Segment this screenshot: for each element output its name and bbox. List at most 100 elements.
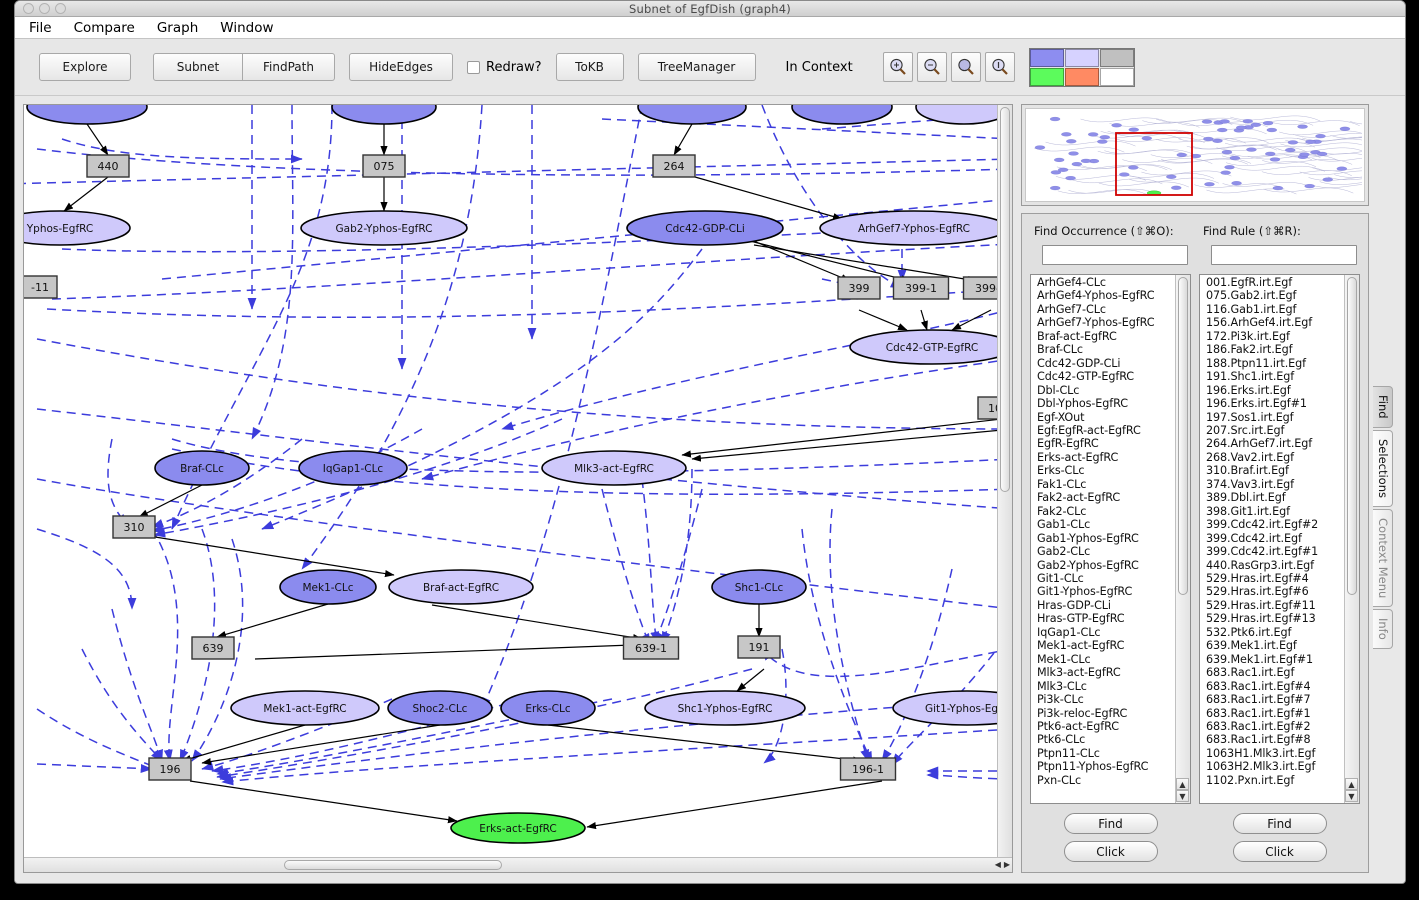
list-item[interactable]: 1063H1.Mlk3.irt.Egf <box>1201 747 1344 760</box>
list-item[interactable]: Cdc42-GTP-EgfRC <box>1032 370 1175 383</box>
close-button[interactable] <box>23 3 34 14</box>
graph-node-ellipse[interactable] <box>26 105 148 125</box>
list-item[interactable]: 639.Mek1.irt.Egf#1 <box>1201 653 1344 666</box>
list-item[interactable]: 374.Vav3.irt.Egf <box>1201 478 1344 491</box>
list-item[interactable]: Pi3k-reloc-EgfRC <box>1032 707 1175 720</box>
list-item[interactable]: 001.EgfR.irt.Egf <box>1201 276 1344 289</box>
rule-click-button[interactable]: Click <box>1232 841 1327 862</box>
zoom-actual-button[interactable] <box>984 52 1015 82</box>
redraw-checkbox-box[interactable] <box>467 60 480 74</box>
minimize-button[interactable] <box>39 3 50 14</box>
scroll-right-icon[interactable]: ▶ <box>1004 859 1010 871</box>
graph-node-ellipse[interactable]: Git1-Yphos-EgfR <box>892 690 997 726</box>
graph-node-box[interactable]: 196 <box>148 757 192 781</box>
occurrence-list-scroll-thumb[interactable] <box>1178 277 1188 595</box>
tab-selections[interactable]: Selections <box>1373 429 1393 507</box>
list-item[interactable]: Fak2-CLc <box>1032 505 1175 518</box>
graph-node-ellipse[interactable]: Cdc42-GTP-EgfRC <box>849 329 997 365</box>
list-item[interactable]: 1102.Pxn.irt.Egf <box>1201 774 1344 787</box>
tab-info[interactable]: Info <box>1373 608 1393 649</box>
rule-list-scroll-thumb[interactable] <box>1347 277 1357 595</box>
list-item[interactable]: 268.Vav2.irt.Egf <box>1201 451 1344 464</box>
list-item[interactable]: Dbl-CLc <box>1032 384 1175 397</box>
graph-vertical-scroll-thumb[interactable] <box>1000 107 1010 492</box>
list-item[interactable]: 172.Pi3k.irt.Egf <box>1201 330 1344 343</box>
graph-scroll-arrows[interactable]: ◀ ▶ <box>995 859 1010 871</box>
list-item[interactable]: 683.Rac1.irt.Egf#4 <box>1201 680 1344 693</box>
list-item[interactable]: IqGap1-CLc <box>1032 626 1175 639</box>
find-occurrence-input[interactable] <box>1042 245 1188 265</box>
list-item[interactable]: Gab1-Yphos-EgfRC <box>1032 532 1175 545</box>
list-item[interactable]: Egf-XOut <box>1032 411 1175 424</box>
graph-node-box[interactable]: 264 <box>652 154 696 178</box>
list-item[interactable]: Hras-GTP-EgfRC <box>1032 612 1175 625</box>
list-item[interactable]: Egf:EgfR-act-EgfRC <box>1032 424 1175 437</box>
zoom-fit-button[interactable] <box>950 52 981 82</box>
redraw-checkbox[interactable]: Redraw? <box>467 60 542 75</box>
graph-node-ellipse[interactable]: Mek1-CLc <box>279 569 377 605</box>
list-item[interactable]: 156.ArhGef4.irt.Egf <box>1201 316 1344 329</box>
list-item[interactable]: Erks-act-EgfRC <box>1032 451 1175 464</box>
swatch-highlight-orange[interactable] <box>1064 67 1099 86</box>
graph-node-box[interactable]: 440 <box>86 154 130 178</box>
tab-context-menu[interactable]: Context Menu <box>1373 508 1393 607</box>
list-item[interactable]: 529.Hras.irt.Egf#6 <box>1201 585 1344 598</box>
graph-node-ellipse[interactable]: Gab2-Yphos-EgfRC <box>300 210 468 246</box>
hideedges-button[interactable]: HideEdges <box>349 53 453 81</box>
graph-node-box[interactable]: 639-1 <box>622 636 680 660</box>
list-item[interactable]: Cdc42-GDP-CLi <box>1032 357 1175 370</box>
list-item[interactable]: Braf-CLc <box>1032 343 1175 356</box>
graph-node-box[interactable]: 075 <box>362 154 406 178</box>
list-item[interactable]: 639.Mek1.irt.Egf <box>1201 639 1344 652</box>
graph-node-ellipse[interactable]: Erks-CLc <box>500 690 596 726</box>
list-item[interactable]: Hras-GDP-CLi <box>1032 599 1175 612</box>
list-item[interactable]: Gab2-CLc <box>1032 545 1175 558</box>
list-item[interactable]: ArhGef4-Yphos-EgfRC <box>1032 289 1175 302</box>
graph-node-ellipse[interactable]: Shc1-CLc <box>711 569 807 605</box>
list-item[interactable]: 207.Src.irt.Egf <box>1201 424 1344 437</box>
findpath-button[interactable]: FindPath <box>243 53 335 81</box>
scroll-left-icon[interactable]: ◀ <box>995 859 1001 871</box>
occurrence-click-button[interactable]: Click <box>1063 841 1158 862</box>
graph-node-box[interactable]: -11 <box>24 275 58 299</box>
list-item[interactable]: Braf-act-EgfRC <box>1032 330 1175 343</box>
list-item[interactable]: EgfR-EgfRC <box>1032 437 1175 450</box>
list-item[interactable]: Dbl-Yphos-EgfRC <box>1032 397 1175 410</box>
graph-node-ellipse[interactable]: Braf-CLc <box>154 450 250 486</box>
list-item[interactable]: 399.Cdc42.irt.Egf#2 <box>1201 518 1344 531</box>
list-item[interactable]: ArhGef7-CLc <box>1032 303 1175 316</box>
graph-node-ellipse[interactable]: Shc1-Yphos-EgfRC <box>644 690 806 726</box>
find-rule-list[interactable]: 001.EgfR.irt.Egf 075.Gab2.irt.Egf 116.Gab1… <box>1201 276 1344 802</box>
list-item[interactable]: Gab2-Yphos-EgfRC <box>1032 559 1175 572</box>
swatch-white[interactable] <box>1099 67 1134 86</box>
explore-button[interactable]: Explore <box>39 53 131 81</box>
list-item[interactable]: 398.Git1.irt.Egf <box>1201 505 1344 518</box>
occurrence-scroll-arrows[interactable]: ▲ ▼ <box>1176 778 1189 802</box>
list-item[interactable]: 440.RasGrp3.irt.Egf <box>1201 559 1344 572</box>
graph-node-ellipse[interactable]: Shoc2-CLc <box>387 690 493 726</box>
list-item[interactable]: Ptk6-act-EgfRC <box>1032 720 1175 733</box>
overview-inner[interactable] <box>1025 108 1368 202</box>
rule-scroll-arrows[interactable]: ▲ ▼ <box>1345 778 1358 802</box>
graph-overview-thumbnail[interactable] <box>1021 104 1369 206</box>
list-item[interactable]: 683.Rac1.irt.Egf#2 <box>1201 720 1344 733</box>
find-rule-input[interactable] <box>1211 245 1357 265</box>
occurrence-scroll-up-icon[interactable]: ▲ <box>1176 778 1189 790</box>
tab-find[interactable]: Find <box>1373 386 1393 428</box>
list-item[interactable]: 399.Cdc42.irt.Egf#1 <box>1201 545 1344 558</box>
rule-find-button[interactable]: Find <box>1232 813 1327 834</box>
list-item[interactable]: Pi3k-CLc <box>1032 693 1175 706</box>
graph-horizontal-scroll-thumb[interactable] <box>284 860 502 870</box>
graph-node-ellipse[interactable]: Erks-act-EgfRC <box>450 812 586 844</box>
swatch-highlight-green[interactable] <box>1029 67 1064 86</box>
graph-node-ellipse[interactable]: ArhGef7-Yphos-EgfRC <box>819 210 997 246</box>
menu-compare[interactable]: Compare <box>74 20 135 36</box>
graph-node-ellipse[interactable]: Mek1-act-EgfRC <box>230 690 380 726</box>
list-item[interactable]: 532.Ptk6.irt.Egf <box>1201 626 1344 639</box>
list-item[interactable]: 529.Hras.irt.Egf#4 <box>1201 572 1344 585</box>
graph-node-box[interactable]: 639 <box>191 636 235 660</box>
rule-list-scrollbar[interactable] <box>1344 275 1359 803</box>
swatch-node-egfrc[interactable] <box>1064 48 1099 67</box>
treemanager-button[interactable]: TreeManager <box>637 53 756 81</box>
list-item[interactable]: 075.Gab2.irt.Egf <box>1201 289 1344 302</box>
